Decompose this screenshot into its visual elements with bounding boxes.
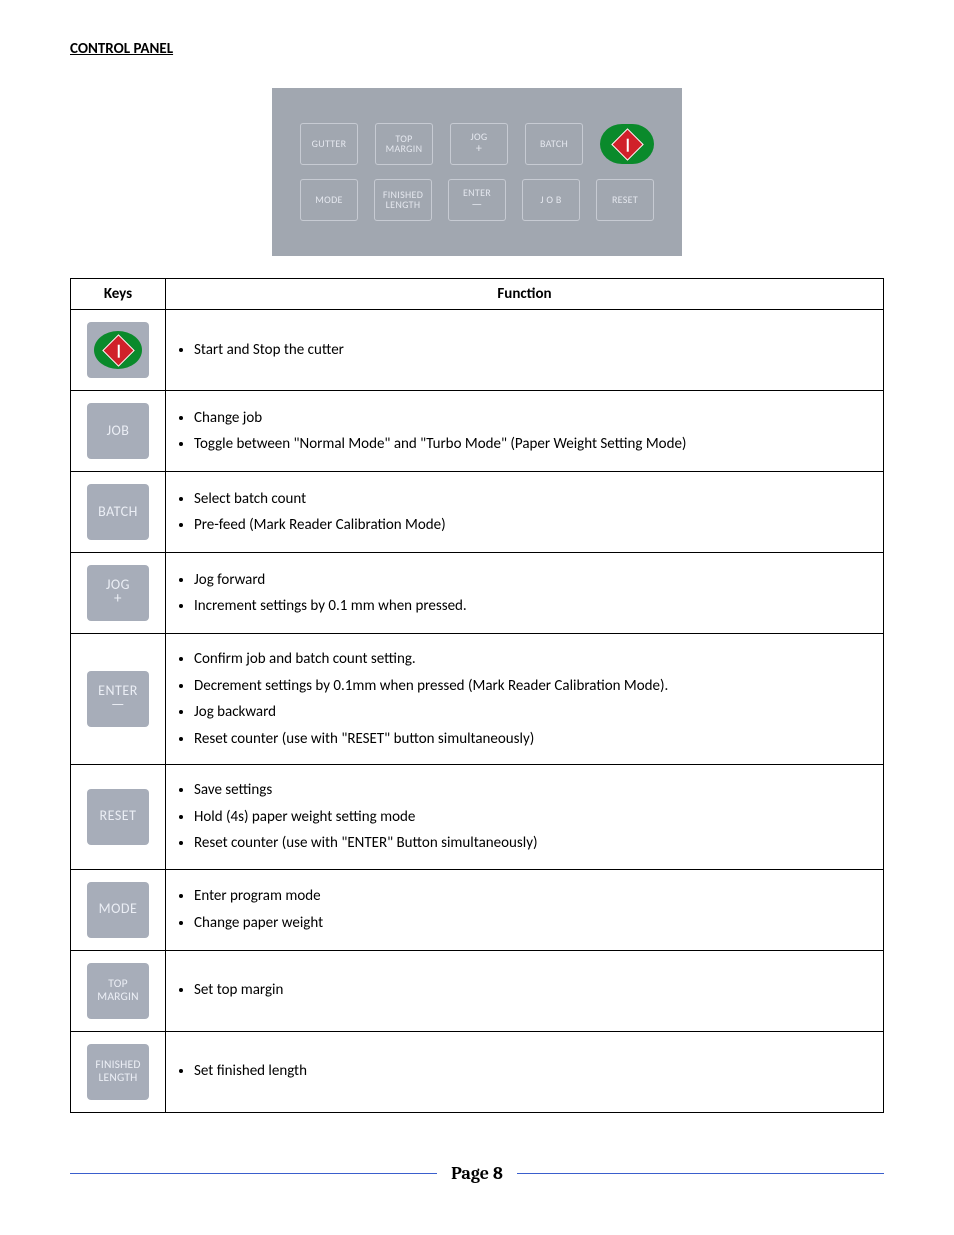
function-list: Set top margin: [194, 979, 875, 1002]
function-item: Start and Stop the cutter: [194, 339, 875, 362]
function-list: Enter program mode Change paper weight: [194, 885, 875, 934]
table-row: ENTER— Confirm job and batch count settin…: [71, 634, 884, 765]
key-top-margin: TOPMARGIN: [87, 963, 149, 1019]
function-cell: Set finished length: [166, 1031, 884, 1112]
function-list: Start and Stop the cutter: [194, 339, 875, 362]
function-item: Jog backward: [194, 701, 875, 724]
table-row: Start and Stop the cutter: [71, 310, 884, 391]
table-row: BATCH Select batch count Pre-feed (Mark Re…: [71, 472, 884, 553]
function-item: Jog forward: [194, 569, 875, 592]
diamond-icon: [102, 334, 135, 367]
function-item: Reset counter (use with "RESET" button s…: [194, 728, 875, 751]
function-item: Increment settings by 0.1 mm when presse…: [194, 595, 875, 618]
function-cell: Select batch count Pre-feed (Mark Reader …: [166, 472, 884, 553]
key-cell: MODE: [71, 869, 166, 950]
panel-key-batch: BATCH: [525, 123, 583, 165]
key-cell: JOG+: [71, 553, 166, 634]
function-item: Confirm job and batch count setting.: [194, 648, 875, 671]
table-row: MODE Enter program mode Change paper weigh…: [71, 869, 884, 950]
control-panel-illustration: GUTTER TOP MARGIN JOG + BATCH MODE FINIS…: [272, 88, 682, 256]
panel-key-enter: ENTER —: [448, 179, 506, 221]
function-item: Reset counter (use with "ENTER" Button s…: [194, 832, 875, 855]
key-finished-length: FINISHEDLENGTH: [87, 1044, 149, 1100]
function-item: Change paper weight: [194, 912, 875, 935]
table-row: RESET Save settings Hold (4s) paper weight…: [71, 765, 884, 870]
panel-key-jog-plus: JOG +: [450, 123, 508, 165]
key-mode: MODE: [87, 882, 149, 938]
footer-line-left: [70, 1173, 437, 1174]
key-cell: JOB: [71, 391, 166, 472]
panel-key-top-margin: TOP MARGIN: [375, 123, 433, 165]
function-list: Save settings Hold (4s) paper weight sett…: [194, 779, 875, 855]
function-item: Decrement settings by 0.1mm when pressed…: [194, 675, 875, 698]
function-list: Jog forward Increment settings by 0.1 mm …: [194, 569, 875, 618]
function-cell: Change job Toggle between "Normal Mode" a…: [166, 391, 884, 472]
col-header-keys: Keys: [71, 279, 166, 310]
function-item: Pre-feed (Mark Reader Calibration Mode): [194, 514, 875, 537]
function-cell: Start and Stop the cutter: [166, 310, 884, 391]
key-start-stop: [87, 322, 149, 378]
table-row: TOPMARGIN Set top margin: [71, 950, 884, 1031]
function-list: Confirm job and batch count setting. Decr…: [194, 648, 875, 750]
panel-key-finished-length: FINISHED LENGTH: [374, 179, 432, 221]
function-list: Change job Toggle between "Normal Mode" a…: [194, 407, 875, 456]
function-cell: Jog forward Increment settings by 0.1 mm …: [166, 553, 884, 634]
diamond-icon: [611, 128, 644, 161]
function-item: Set top margin: [194, 979, 875, 1002]
function-cell: Enter program mode Change paper weight: [166, 869, 884, 950]
function-item: Hold (4s) paper weight setting mode: [194, 806, 875, 829]
function-item: Set finished length: [194, 1060, 875, 1083]
function-item: Save settings: [194, 779, 875, 802]
key-cell: RESET: [71, 765, 166, 870]
panel-key-reset: RESET: [596, 179, 654, 221]
function-cell: Save settings Hold (4s) paper weight sett…: [166, 765, 884, 870]
key-reset: RESET: [87, 789, 149, 845]
section-title: CONTROL PANEL: [70, 40, 884, 58]
function-cell: Set top margin: [166, 950, 884, 1031]
table-row: JOB Change job Toggle between "Normal Mode…: [71, 391, 884, 472]
key-batch: BATCH: [87, 484, 149, 540]
key-job: JOB: [87, 403, 149, 459]
function-cell: Confirm job and batch count setting. Decr…: [166, 634, 884, 765]
key-cell: BATCH: [71, 472, 166, 553]
function-list: Set finished length: [194, 1060, 875, 1083]
panel-key-job: J O B: [522, 179, 580, 221]
panel-key-mode: MODE: [300, 179, 358, 221]
table-row: JOG+ Jog forward Increment settings by 0.1…: [71, 553, 884, 634]
footer-line-right: [517, 1173, 884, 1174]
key-cell: TOPMARGIN: [71, 950, 166, 1031]
table-row: FINISHEDLENGTH Set finished length: [71, 1031, 884, 1112]
keys-table: Keys Function Start and Stop the cutter J…: [70, 278, 884, 1113]
key-cell: ENTER—: [71, 634, 166, 765]
function-item: Enter program mode: [194, 885, 875, 908]
panel-start-stop-icon: [600, 124, 654, 164]
function-item: Select batch count: [194, 488, 875, 511]
function-item: Toggle between "Normal Mode" and "Turbo …: [194, 433, 875, 456]
col-header-function: Function: [166, 279, 884, 310]
key-cell: FINISHEDLENGTH: [71, 1031, 166, 1112]
key-enter: ENTER—: [87, 671, 149, 727]
function-item: Change job: [194, 407, 875, 430]
key-cell: [71, 310, 166, 391]
page-footer: Page 8: [70, 1163, 884, 1184]
panel-key-gutter: GUTTER: [300, 123, 358, 165]
key-jog: JOG+: [87, 565, 149, 621]
page-number: Page 8: [451, 1163, 503, 1184]
function-list: Select batch count Pre-feed (Mark Reader …: [194, 488, 875, 537]
